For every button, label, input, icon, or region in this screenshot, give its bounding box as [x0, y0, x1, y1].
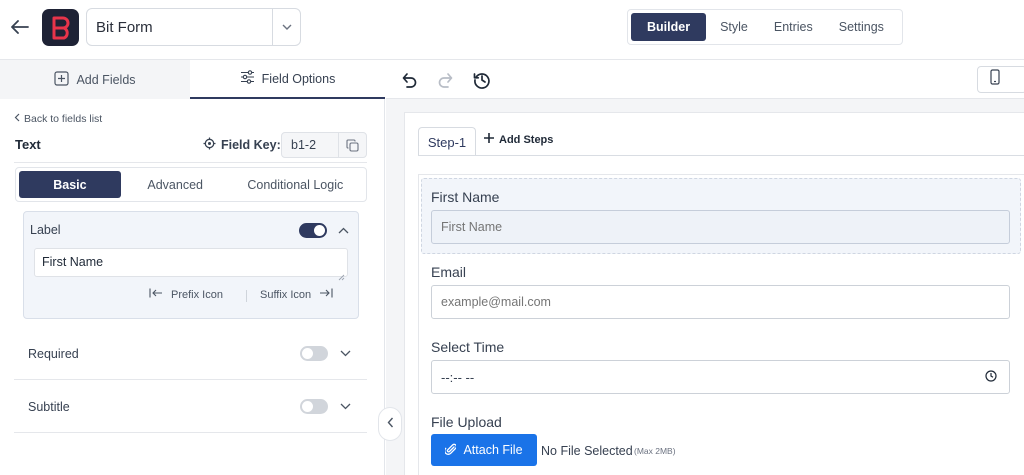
label-text-input[interactable]: First Name: [34, 248, 348, 277]
paperclip-icon: [444, 442, 458, 459]
step-divider: [418, 155, 1024, 156]
mobile-preview-button[interactable]: [977, 66, 1024, 93]
tab-style[interactable]: Style: [708, 13, 760, 41]
chevron-left-icon: [14, 113, 21, 125]
tab-settings[interactable]: Settings: [827, 13, 896, 41]
step-tab-1[interactable]: Step-1: [418, 127, 476, 156]
time-input-value: --:-- --: [441, 369, 475, 385]
file-status-text: No File Selected: [541, 444, 633, 458]
field-option-subtabs: Basic Advanced Conditional Logic: [15, 167, 367, 202]
plus-square-icon: [54, 70, 70, 89]
clock-icon[interactable]: [985, 369, 997, 385]
form-name-input[interactable]: [87, 9, 272, 45]
back-to-fields-link[interactable]: Back to fields list: [14, 113, 102, 125]
prefix-icon-label: Prefix Icon: [171, 288, 223, 301]
chevron-down-icon[interactable]: [338, 346, 352, 360]
file-max-size: (Max 2MB): [634, 446, 676, 456]
label-section-title: Label: [30, 223, 61, 237]
collapse-panel-button[interactable]: [378, 407, 402, 441]
tab-field-options-label: Field Options: [261, 71, 336, 86]
email-input[interactable]: [431, 285, 1010, 319]
chevron-down-icon[interactable]: [338, 399, 352, 413]
subtitle-toggle[interactable]: [300, 399, 328, 414]
email-label: Email: [431, 264, 467, 280]
tab-entries[interactable]: Entries: [762, 13, 825, 41]
option-row-required[interactable]: Required: [14, 327, 367, 380]
required-label: Required: [28, 347, 79, 361]
plus-icon: [483, 132, 495, 147]
form-name-field[interactable]: [86, 8, 301, 46]
suffix-icon-label: Suffix Icon: [260, 288, 312, 301]
redo-icon[interactable]: [435, 69, 457, 91]
top-bar: Builder Style Entries Settings: [0, 0, 1024, 60]
tab-builder[interactable]: Builder: [631, 13, 707, 41]
subtitle-label: Subtitle: [28, 400, 70, 414]
subtab-basic[interactable]: Basic: [19, 171, 121, 198]
back-arrow-icon[interactable]: [9, 16, 31, 38]
field-key-box[interactable]: b1-2: [281, 132, 367, 158]
suffix-icon-button[interactable]: Suffix Icon: [260, 288, 333, 301]
chevron-up-icon[interactable]: [336, 223, 350, 237]
tab-add-fields-label: Add Fields: [76, 72, 136, 87]
attach-file-label: Attach File: [463, 443, 523, 457]
sliders-icon: [240, 70, 255, 87]
add-steps-label: Add Steps: [499, 133, 554, 146]
tab-add-fields[interactable]: Add Fields: [0, 60, 190, 99]
builder-toolbar: [386, 60, 1024, 99]
subtab-conditional-logic[interactable]: Conditional Logic: [228, 171, 363, 198]
required-toggle[interactable]: [300, 346, 328, 361]
mobile-device-icon: [990, 69, 1000, 90]
field-key-label: Field Key:: [203, 137, 281, 153]
main-tabs: Builder Style Entries Settings: [627, 9, 903, 45]
history-icon[interactable]: [471, 69, 493, 91]
panel-tabs: Add Fields Field Options: [0, 60, 385, 99]
time-input[interactable]: --:-- --: [431, 360, 1010, 394]
tab-field-options[interactable]: Field Options: [190, 60, 385, 99]
select-time-label: Select Time: [431, 339, 505, 355]
back-to-fields-label: Back to fields list: [24, 113, 103, 125]
field-key-text: Field Key:: [221, 138, 281, 152]
copy-icon[interactable]: [338, 133, 366, 157]
subtab-advanced[interactable]: Advanced: [123, 171, 228, 198]
divider: [14, 162, 367, 163]
chevron-down-icon[interactable]: [272, 9, 300, 45]
bit-form-logo: [42, 9, 79, 46]
attach-file-button[interactable]: Attach File: [431, 434, 537, 466]
file-upload-label: File Upload: [431, 414, 502, 430]
option-row-subtitle[interactable]: Subtitle: [14, 380, 367, 433]
suffix-icon-arrow: [319, 288, 333, 301]
target-icon: [203, 137, 216, 153]
label-settings-card: Label First Name Prefix Icon Suffix Icon: [23, 211, 359, 319]
label-toggle[interactable]: [299, 223, 327, 238]
chevron-left-icon: [387, 415, 394, 433]
undo-icon[interactable]: [398, 69, 420, 91]
field-type-title: Text: [15, 137, 41, 152]
prefix-icon-arrow: [149, 288, 163, 301]
prefix-icon-button[interactable]: Prefix Icon: [149, 288, 223, 301]
field-key-value: b1-2: [291, 138, 317, 152]
first-name-label: First Name: [431, 189, 500, 205]
resize-handle-icon[interactable]: [338, 268, 345, 286]
first-name-input[interactable]: [431, 210, 1010, 244]
divider: [246, 290, 247, 302]
add-steps-button[interactable]: Add Steps: [483, 132, 553, 147]
